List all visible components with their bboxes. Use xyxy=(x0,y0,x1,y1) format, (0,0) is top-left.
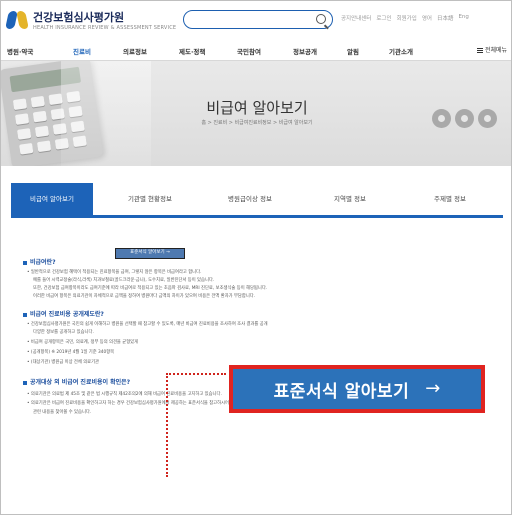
callout-dotted-connector xyxy=(166,373,226,375)
page-frame: 건강보험심사평가원 HEALTH INSURANCE REVIEW & ASSE… xyxy=(0,0,512,515)
section1-line: 이러한 비급여 항목은 의료기관이 자체적으로 금액을 정하여 병원마다 금액의… xyxy=(33,294,256,299)
tab-institution-status[interactable]: 기관별 현황정보 xyxy=(109,183,191,215)
standard-form-callout-button[interactable]: 표준서식 알아보기 → xyxy=(229,365,485,413)
section2-line: • 건강보험심사평가원은 국민의 쉽게 이해하고 병원을 선택할 때 참고할 수… xyxy=(27,322,268,327)
section1-line: 또한, 건강보험 급여항목이라도 급여기준에 따라 비급여로 적용되고 있는 초… xyxy=(33,286,268,291)
top-header: 건강보험심사평가원 HEALTH INSURANCE REVIEW & ASSE… xyxy=(1,1,511,39)
all-menu-button[interactable]: 전체메뉴 xyxy=(477,45,507,54)
nav-item-medical-info[interactable]: 의료정보 xyxy=(123,46,147,56)
util-link-japanese[interactable]: 日本語 xyxy=(437,14,454,22)
bookmark-icon[interactable] xyxy=(478,109,497,128)
arrow-right-icon: → xyxy=(425,378,441,399)
utility-links: 공지안내센터 로그인 회원가입 영어 日本語 Eng xyxy=(341,14,469,22)
nav-item-medical-fee[interactable]: 진료비 xyxy=(73,46,91,56)
nav-item-disclosure[interactable]: 정보공개 xyxy=(293,46,317,56)
section2-line: • (공개항목) ※ 2019년 4월 1일 기준 340항목 xyxy=(27,350,115,355)
global-nav: 병원·약국 진료비 의료정보 제도·정책 국민참여 정보공개 알림 기관소개 전… xyxy=(1,39,511,61)
search-input[interactable] xyxy=(192,13,310,26)
section-title-definition: 비급여란? xyxy=(23,257,56,266)
nav-item-participation[interactable]: 국민참여 xyxy=(237,46,261,56)
nav-item-hospital[interactable]: 병원·약국 xyxy=(7,46,33,56)
tab-hospital-info[interactable]: 병원급이상 정보 xyxy=(209,183,291,215)
standard-form-inline-button[interactable]: 표준서식 알아보기 → xyxy=(115,248,185,259)
util-link-eng[interactable]: Eng xyxy=(458,14,468,22)
callout-label: 표준서식 알아보기 xyxy=(273,381,410,402)
tab-non-covered-intro[interactable]: 비급여 알아보기 xyxy=(11,183,93,215)
util-link-join[interactable]: 회원가입 xyxy=(397,14,417,22)
site-logo[interactable]: 건강보험심사평가원 HEALTH INSURANCE REVIEW & ASSE… xyxy=(7,9,176,31)
nav-item-policy[interactable]: 제도·정책 xyxy=(179,46,205,56)
section2-line: 다양한 정보를 공개하고 있습니다. xyxy=(33,330,94,335)
tab-region-info[interactable]: 지역별 정보 xyxy=(309,183,391,215)
util-link-center[interactable]: 공지안내센터 xyxy=(341,14,371,22)
content-tabs: 비급여 알아보기 기관별 현황정보 병원급이상 정보 지역별 정보 주제별 정보 xyxy=(11,183,503,218)
util-link-login[interactable]: 로그인 xyxy=(376,14,391,22)
section3-line: 관련 내용을 찾아볼 수 있습니다. xyxy=(33,410,92,415)
search-box xyxy=(183,10,333,29)
logo-name: 건강보험심사평가원 xyxy=(33,11,125,24)
callout-dotted-connector xyxy=(166,373,168,477)
logo-subtitle: HEALTH INSURANCE REVIEW & ASSESSMENT SER… xyxy=(33,25,177,31)
page-title: 비급여 알아보기 xyxy=(206,99,308,117)
hira-logo-icon xyxy=(7,9,29,31)
print-icon[interactable] xyxy=(432,109,451,128)
page-banner: 비급여 알아보기 홈 > 진료비 > 비급여진료비정보 > 비급여 알아보기 xyxy=(1,61,511,166)
search-icon[interactable] xyxy=(316,14,326,24)
share-icon[interactable] xyxy=(455,109,474,128)
hamburger-icon xyxy=(477,48,483,53)
section-title-other-fees: 공개대상 외 비급여 진료비용이 확인은? xyxy=(23,377,130,386)
nav-item-notice[interactable]: 알림 xyxy=(347,46,359,56)
section1-line: • 일반적으로 건강보험 혜택이 적용되는 진료항목을 급여, 그렇지 않은 항… xyxy=(27,270,202,275)
section2-line: • (대상기관) 병원급 이상 전체 의료기관 xyxy=(27,360,100,365)
section2-line: • 비급여 공개항목은 국민, 의료계, 정부 등의 의견을 균형있게 xyxy=(27,340,139,345)
breadcrumb: 홈 > 진료비 > 비급여진료비정보 > 비급여 알아보기 xyxy=(201,120,313,126)
paper-illustration xyxy=(61,61,151,166)
nav-item-about[interactable]: 기관소개 xyxy=(389,46,413,56)
section1-line: 예를 들어 시력교정술(라식,라섹) 치과보철료(골드크라운·금니), 도수치료… xyxy=(33,278,215,283)
tab-topic-info[interactable]: 주제별 정보 xyxy=(409,183,491,215)
section3-line: • 의료기관은 의료법 제 45조 및 같은 법 시행규칙 제42조의2에 의해… xyxy=(27,392,222,397)
all-menu-label: 전체메뉴 xyxy=(485,47,508,54)
util-link-english[interactable]: 영어 xyxy=(422,14,432,22)
section3-line: • 의료기관은 비급여 진료비용을 확인하고자 하는 경우 건강보험심사평가원에… xyxy=(27,401,229,406)
section-title-disclosure: 비급여 진료비용 공개제도란? xyxy=(23,309,104,318)
